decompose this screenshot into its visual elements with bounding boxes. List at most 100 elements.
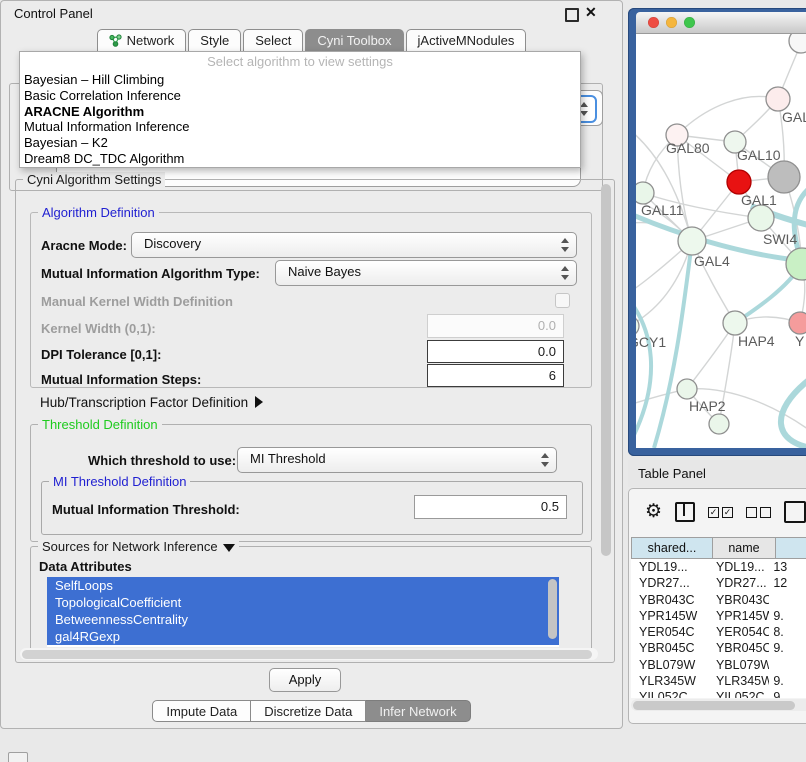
dropdown-item[interactable]: Mutual Information Inference bbox=[20, 119, 580, 135]
dropdown-item[interactable]: Bayesian – Hill Climbing bbox=[20, 72, 580, 88]
page-icon[interactable] bbox=[784, 501, 806, 523]
dropdown-item[interactable]: Dream8 DC_TDC Algorithm bbox=[20, 151, 580, 167]
table-row[interactable]: YDL19...YDL19...13 bbox=[631, 559, 806, 575]
table-row[interactable]: YLR345WYLR345W9. bbox=[631, 673, 806, 689]
network-node[interactable] bbox=[768, 161, 800, 193]
zoom-traffic-light-icon[interactable] bbox=[684, 17, 695, 28]
network-view-window[interactable]: GALGAL80GAL10GAL11GAL1SWI4GAL4GCY1HAP4YH… bbox=[628, 8, 806, 456]
expanded-arrow-icon bbox=[223, 544, 235, 552]
table-row[interactable]: YDR27...YDR27...12 bbox=[631, 575, 806, 591]
dpi-tolerance-field[interactable]: 0.0 bbox=[427, 340, 564, 363]
mi-steps-field[interactable]: 6 bbox=[427, 364, 564, 387]
close-traffic-light-icon[interactable] bbox=[648, 17, 659, 28]
table-row[interactable]: YPR145WYPR145W9. bbox=[631, 608, 806, 624]
table-cell: YDL19... bbox=[631, 559, 708, 575]
control-panel-tabbar: Network Style Select Cyni Toolbox jActiveMNo… bbox=[1, 29, 622, 52]
network-node[interactable] bbox=[636, 316, 639, 336]
tab-impute-data[interactable]: Impute Data bbox=[152, 700, 251, 722]
network-node[interactable] bbox=[678, 227, 706, 255]
mi-threshold-field[interactable]: 0.5 bbox=[414, 495, 567, 519]
table-cell: YBL079W bbox=[631, 657, 708, 673]
table-column-header[interactable] bbox=[776, 537, 806, 559]
tab-network[interactable]: Network bbox=[97, 29, 187, 52]
table-cell bbox=[769, 592, 806, 608]
tab-select[interactable]: Select bbox=[243, 29, 303, 52]
dropdown-item[interactable]: Bayesian – K2 bbox=[20, 135, 580, 151]
network-node[interactable] bbox=[709, 414, 729, 434]
spinner-arrows-icon bbox=[561, 266, 569, 280]
table-row[interactable]: YIL052CYIL052C9 bbox=[631, 689, 806, 698]
network-node[interactable] bbox=[723, 311, 747, 335]
node-label: GAL bbox=[782, 109, 806, 125]
table-row[interactable]: YER054CYER054C8. bbox=[631, 624, 806, 640]
network-graph[interactable]: GALGAL80GAL10GAL11GAL1SWI4GAL4GCY1HAP4YH… bbox=[636, 34, 806, 448]
network-node[interactable] bbox=[748, 205, 774, 231]
tab-discretize-data[interactable]: Discretize Data bbox=[251, 700, 366, 722]
table-horizontal-scrollbar[interactable] bbox=[631, 699, 806, 711]
table-cell: YBR045C bbox=[708, 640, 769, 656]
tab-label: Select bbox=[255, 33, 291, 48]
tab-jactivemnodules[interactable]: jActiveMNodules bbox=[406, 29, 527, 52]
table-row[interactable]: YBR045CYBR045C9. bbox=[631, 640, 806, 656]
close-icon[interactable]: ✕ bbox=[585, 4, 597, 21]
data-attribute-item-selected[interactable]: SelfLoops bbox=[47, 577, 559, 594]
sources-group: Sources for Network Inference Data Attri… bbox=[30, 546, 592, 652]
table-cell: YIL052C bbox=[631, 689, 708, 698]
tab-label: Style bbox=[200, 33, 229, 48]
manual-kernel-width-checkbox[interactable] bbox=[555, 293, 570, 308]
network-node[interactable] bbox=[789, 312, 806, 334]
mi-threshold-definition-legend: MI Threshold Definition bbox=[49, 474, 190, 489]
tab-cyni-toolbox[interactable]: Cyni Toolbox bbox=[305, 29, 403, 52]
threshold-definition-group: Threshold Definition Which threshold to … bbox=[30, 424, 592, 542]
table-row[interactable]: YBL079WYBL079W bbox=[631, 657, 806, 673]
table-cell: YDR27... bbox=[631, 575, 708, 591]
data-attribute-item-selected[interactable]: BetweennessCentrality bbox=[47, 611, 559, 628]
scrollbar-thumb[interactable] bbox=[633, 701, 795, 710]
tab-infer-network[interactable]: Infer Network bbox=[366, 700, 470, 722]
network-node[interactable] bbox=[727, 170, 751, 194]
float-panel-icon[interactable] bbox=[565, 8, 579, 22]
network-node[interactable] bbox=[766, 87, 790, 111]
checked-pair-icon[interactable]: ✓✓ bbox=[708, 507, 733, 518]
network-node[interactable] bbox=[636, 182, 654, 204]
table-row[interactable]: YBR043CYBR043C bbox=[631, 592, 806, 608]
which-threshold-combobox[interactable]: MI Threshold bbox=[237, 447, 557, 473]
network-node[interactable] bbox=[677, 379, 697, 399]
minimize-traffic-light-icon[interactable] bbox=[666, 17, 677, 28]
aracne-mode-combobox[interactable]: Discovery bbox=[131, 232, 577, 258]
table-cell: 9. bbox=[769, 640, 806, 656]
hub-tf-definition-toggle[interactable]: Hub/Transcription Factor Definition bbox=[40, 395, 263, 410]
network-node[interactable] bbox=[789, 34, 806, 53]
column-icon[interactable] bbox=[675, 502, 695, 522]
apply-button[interactable]: Apply bbox=[269, 668, 341, 692]
gear-icon[interactable]: ⚙ bbox=[645, 502, 662, 522]
data-attribute-item-selected[interactable]: gal4RGexp bbox=[47, 628, 559, 645]
kernel-width-field[interactable]: 0.0 bbox=[427, 314, 564, 338]
table-column-header[interactable]: name bbox=[713, 537, 776, 559]
dropdown-item[interactable]: Basic Correlation Inference bbox=[20, 88, 580, 104]
settings-horizontal-scrollbar[interactable] bbox=[20, 648, 598, 660]
scrollbar-thumb[interactable] bbox=[22, 650, 592, 659]
mi-algorithm-type-combobox[interactable]: Naive Bayes bbox=[275, 260, 577, 286]
mi-steps-label: Mutual Information Steps: bbox=[41, 372, 201, 387]
unchecked-pair-icon[interactable] bbox=[746, 507, 771, 518]
network-canvas[interactable]: GALGAL80GAL10GAL11GAL1SWI4GAL4GCY1HAP4YH… bbox=[636, 34, 806, 448]
settings-vertical-scrollbar[interactable] bbox=[601, 184, 611, 556]
tab-style[interactable]: Style bbox=[188, 29, 241, 52]
table-toolbar: ⚙ ✓✓ bbox=[629, 495, 806, 529]
sources-legend[interactable]: Sources for Network Inference bbox=[38, 539, 239, 554]
data-attribute-item-selected[interactable]: TopologicalCoefficient bbox=[47, 594, 559, 611]
algorithm-dropdown-popup: Select algorithm to view settings Bayesi… bbox=[19, 51, 581, 168]
tab-label: jActiveMNodules bbox=[418, 33, 515, 48]
panel-grip-icon[interactable] bbox=[8, 752, 28, 762]
mi-algorithm-type-value: Naive Bayes bbox=[288, 264, 361, 279]
table-column-header[interactable]: shared... bbox=[631, 537, 713, 559]
data-attributes-list[interactable]: SelfLoopsTopologicalCoefficientBetweenne… bbox=[47, 577, 559, 647]
node-label: GCY1 bbox=[636, 334, 666, 350]
list-scrollbar[interactable] bbox=[548, 579, 557, 639]
network-node[interactable] bbox=[786, 248, 806, 280]
cyni-algorithm-settings-group: Cyni Algorithm Settings Algorithm Defini… bbox=[15, 179, 615, 663]
dropdown-item[interactable]: ARACNE Algorithm bbox=[20, 104, 580, 120]
network-window-titlebar[interactable] bbox=[636, 12, 806, 34]
table-cell: 13 bbox=[769, 559, 806, 575]
